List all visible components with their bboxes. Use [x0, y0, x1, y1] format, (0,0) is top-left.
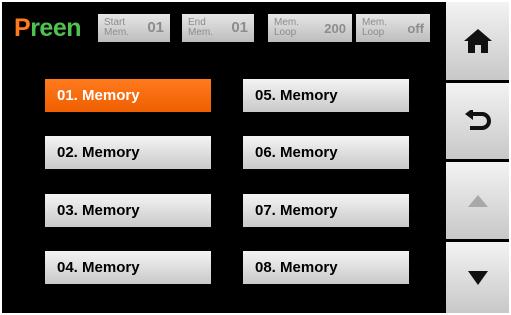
memory-button-04[interactable]: 04. Memory	[45, 251, 211, 284]
start-memory-chip: Start Mem. 01	[98, 14, 170, 42]
memory-loop-mode-chip: Mem. Loop off	[356, 14, 430, 42]
memory-button-03[interactable]: 03. Memory	[45, 194, 211, 227]
home-icon	[463, 29, 492, 53]
screen: Preen Start Mem. 01 End Mem. 01 Mem. Loo…	[2, 2, 509, 313]
memory-loop-count-chip: Mem. Loop 200	[268, 14, 352, 42]
chip-value: 01	[231, 19, 248, 36]
memory-button-08[interactable]: 08. Memory	[243, 251, 409, 284]
back-button[interactable]	[446, 83, 509, 159]
home-button[interactable]	[446, 2, 509, 80]
chip-value: off	[407, 21, 424, 36]
scroll-down-icon	[467, 270, 488, 285]
memory-button-05[interactable]: 05. Memory	[243, 79, 409, 112]
memory-button-07[interactable]: 07. Memory	[243, 194, 409, 227]
chip-label: Mem. Loop	[362, 17, 387, 38]
scroll-down-button[interactable]	[446, 242, 509, 313]
chip-value: 200	[324, 21, 346, 36]
end-memory-chip: End Mem. 01	[182, 14, 254, 42]
chip-label: End Mem.	[188, 17, 213, 38]
scroll-up-button[interactable]	[446, 162, 509, 239]
memory-button-06[interactable]: 06. Memory	[243, 136, 409, 169]
scroll-up-icon	[467, 194, 488, 207]
memory-button-01[interactable]: 01. Memory	[45, 79, 211, 112]
brand-logo: Preen	[14, 16, 81, 41]
logo-letter: P	[14, 14, 31, 42]
chip-label: Start Mem.	[104, 17, 129, 38]
logo-text: reen	[30, 14, 81, 42]
chip-value: 01	[147, 19, 164, 36]
chip-label: Mem. Loop	[274, 17, 299, 38]
memory-button-02[interactable]: 02. Memory	[45, 136, 211, 169]
back-arrow-icon	[464, 110, 491, 130]
